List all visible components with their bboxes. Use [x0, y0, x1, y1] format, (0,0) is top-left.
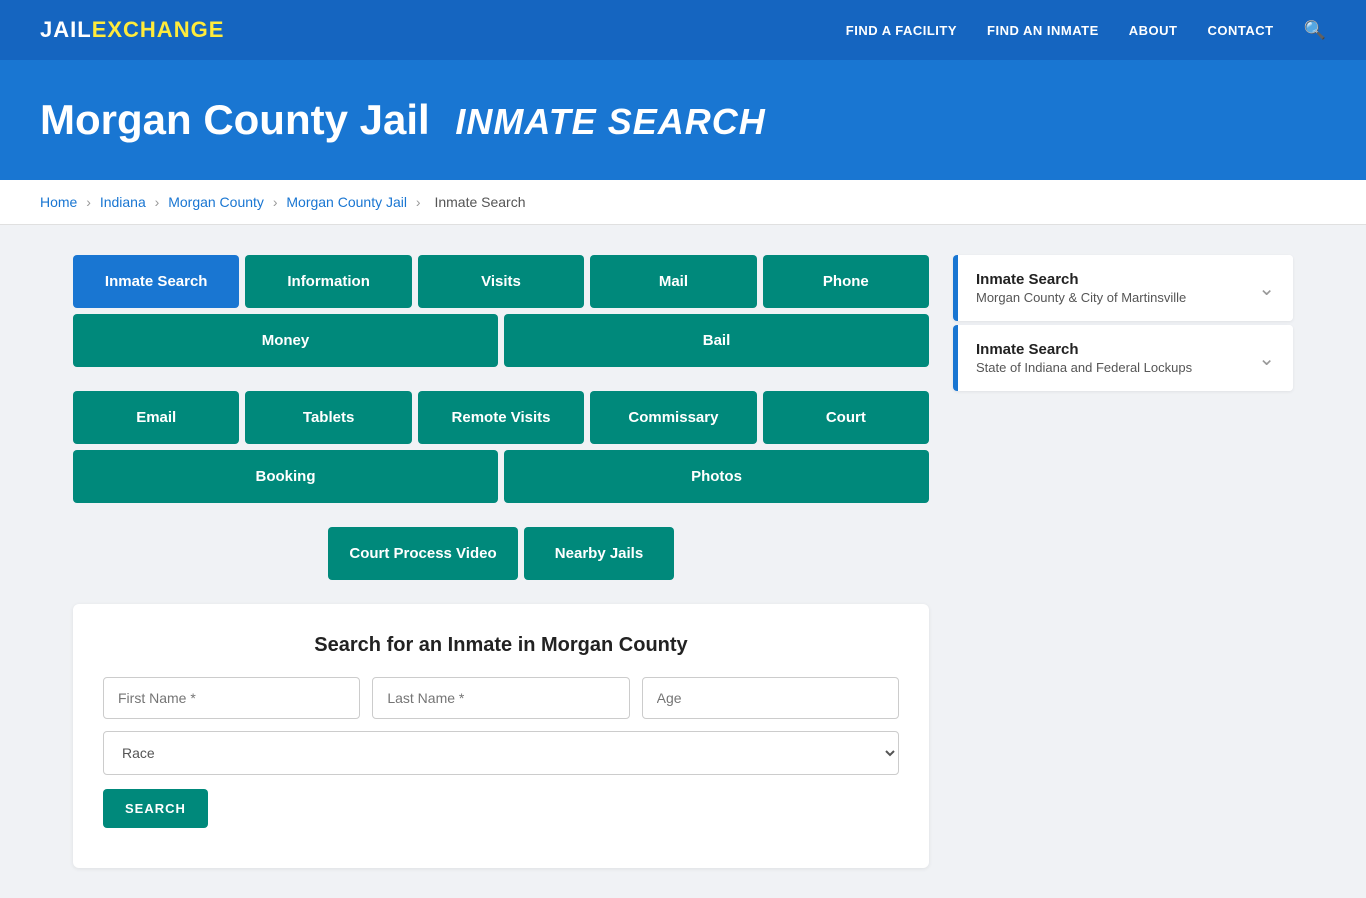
breadcrumb-home[interactable]: Home [40, 194, 77, 210]
left-panel: Inmate Search Information Visits Mail Ph… [73, 255, 929, 868]
chevron-down-icon-2: ⌄ [1258, 346, 1275, 371]
search-form-box: Search for an Inmate in Morgan County Ra… [73, 604, 929, 868]
site-logo: JAILEXCHANGE [40, 17, 224, 43]
breadcrumb-morgan-county[interactable]: Morgan County [168, 194, 264, 210]
button-grid-row1: Inmate Search Information Visits Mail Ph… [73, 255, 929, 367]
btn-booking[interactable]: Booking [73, 450, 498, 503]
btn-court[interactable]: Court [763, 391, 929, 444]
nav-contact[interactable]: CONTACT [1207, 23, 1273, 38]
search-button[interactable]: SEARCH [103, 789, 208, 828]
right-card-2-header[interactable]: Inmate Search State of Indiana and Feder… [953, 325, 1293, 391]
nav-find-facility[interactable]: FIND A FACILITY [846, 23, 957, 38]
last-name-input[interactable] [372, 677, 629, 719]
btn-visits[interactable]: Visits [418, 255, 584, 308]
right-card-2-title: Inmate Search [976, 341, 1192, 358]
right-card-1-header[interactable]: Inmate Search Morgan County & City of Ma… [953, 255, 1293, 321]
main-content: Inmate Search Information Visits Mail Ph… [33, 225, 1333, 898]
right-panel: Inmate Search Morgan County & City of Ma… [953, 255, 1293, 395]
page-title: Morgan County Jail INMATE SEARCH [40, 96, 1326, 144]
logo-jail: JAIL [40, 17, 92, 42]
hero-section: Morgan County Jail INMATE SEARCH [0, 60, 1366, 180]
breadcrumb: Home › Indiana › Morgan County › Morgan … [0, 180, 1366, 225]
age-input[interactable] [642, 677, 899, 719]
btn-court-process-video[interactable]: Court Process Video [328, 527, 518, 580]
btn-money[interactable]: Money [73, 314, 498, 367]
site-header: JAILEXCHANGE FIND A FACILITY FIND AN INM… [0, 0, 1366, 60]
btn-remote-visits[interactable]: Remote Visits [418, 391, 584, 444]
btn-email[interactable]: Email [73, 391, 239, 444]
btn-commissary[interactable]: Commissary [590, 391, 756, 444]
form-row-inputs: Race White Black Hispanic Asian Other [103, 677, 899, 775]
breadcrumb-indiana[interactable]: Indiana [100, 194, 146, 210]
first-name-input[interactable] [103, 677, 360, 719]
chevron-down-icon: ⌄ [1258, 276, 1275, 301]
btn-photos[interactable]: Photos [504, 450, 929, 503]
btn-bail[interactable]: Bail [504, 314, 929, 367]
right-card-1-title: Inmate Search [976, 271, 1186, 288]
search-form-title: Search for an Inmate in Morgan County [103, 634, 899, 657]
right-card-1-subtitle: Morgan County & City of Martinsville [976, 290, 1186, 305]
btn-nearby-jails[interactable]: Nearby Jails [524, 527, 674, 580]
logo-exchange: EXCHANGE [92, 17, 225, 42]
breadcrumb-current: Inmate Search [434, 194, 525, 210]
button-grid-row2: Email Tablets Remote Visits Commissary C… [73, 391, 929, 503]
btn-tablets[interactable]: Tablets [245, 391, 411, 444]
race-select[interactable]: Race White Black Hispanic Asian Other [103, 731, 899, 775]
nav-find-inmate[interactable]: FIND AN INMATE [987, 23, 1099, 38]
nav-about[interactable]: ABOUT [1129, 23, 1178, 38]
right-card-2-subtitle: State of Indiana and Federal Lockups [976, 360, 1192, 375]
search-icon-button[interactable]: 🔍 [1304, 20, 1326, 41]
breadcrumb-morgan-county-jail[interactable]: Morgan County Jail [286, 194, 407, 210]
main-nav: FIND A FACILITY FIND AN INMATE ABOUT CON… [846, 20, 1326, 41]
btn-inmate-search[interactable]: Inmate Search [73, 255, 239, 308]
btn-mail[interactable]: Mail [590, 255, 756, 308]
btn-phone[interactable]: Phone [763, 255, 929, 308]
right-card-1: Inmate Search Morgan County & City of Ma… [953, 255, 1293, 321]
btn-information[interactable]: Information [245, 255, 411, 308]
button-grid-row3: Court Process Video Nearby Jails [73, 527, 929, 580]
right-card-2: Inmate Search State of Indiana and Feder… [953, 325, 1293, 391]
